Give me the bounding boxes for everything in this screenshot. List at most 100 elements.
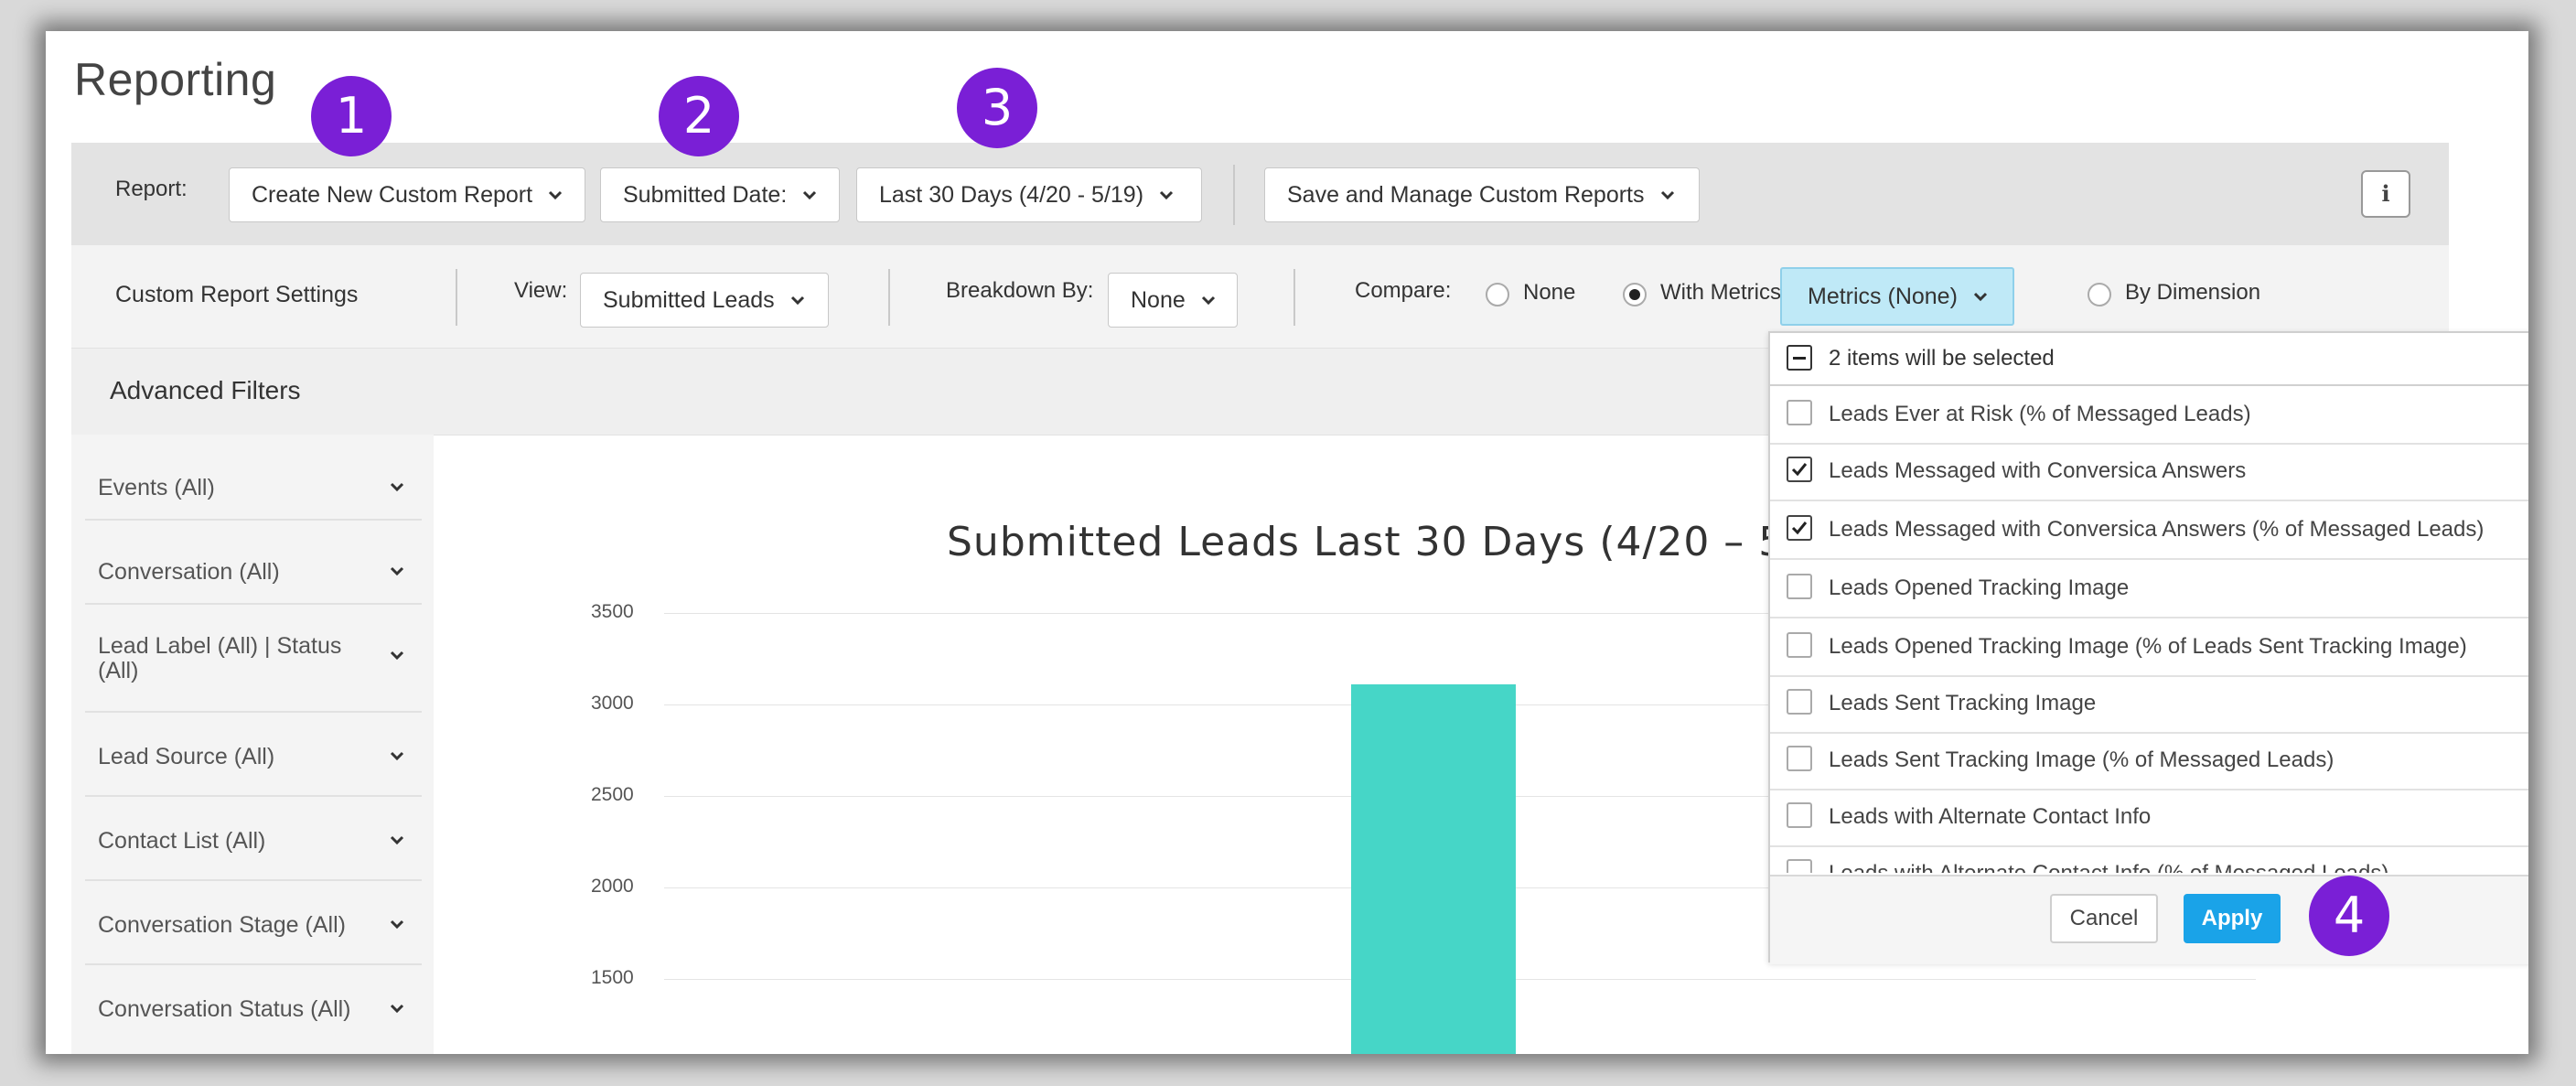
cancel-button[interactable]: Cancel <box>2050 894 2158 943</box>
callout-3: 3 <box>957 68 1037 148</box>
filter-sidebar: Events (All) Conversation (All) Lead Lab… <box>71 435 434 1054</box>
metric-checkbox[interactable] <box>1787 859 1812 873</box>
apply-button[interactable]: Apply <box>2184 894 2281 943</box>
compare-by-dimension-radio[interactable] <box>2088 283 2111 306</box>
metric-label: Leads Opened Tracking Image <box>1829 575 2130 600</box>
metric-label: Leads Sent Tracking Image <box>1829 691 2097 715</box>
filter-contact-list[interactable]: Contact List (All) <box>85 797 422 881</box>
metric-label: Leads Messaged with Conversica Answers (… <box>1829 517 2485 542</box>
y-tick-label: 2000 <box>591 876 634 897</box>
metric-label: Leads Ever at Risk (% of Messaged Leads) <box>1829 402 2251 426</box>
filter-label: Conversation (All) <box>98 559 280 585</box>
metric-option[interactable]: Leads Opened Tracking Image (% of Leads … <box>1770 618 2528 677</box>
chevron-down-icon <box>390 919 404 930</box>
compare-by-dimension-label: By Dimension <box>2125 280 2261 305</box>
view-select-text: Submitted Leads <box>603 286 775 313</box>
chevron-down-icon <box>803 190 817 200</box>
metric-label: Leads with Alternate Contact Info <box>1829 804 2152 829</box>
view-label: View: <box>514 278 568 303</box>
filter-label: Conversation Status (All) <box>98 996 351 1022</box>
checkmark-icon <box>1791 521 1808 535</box>
date-field-select-text: Submitted Date: <box>623 181 788 208</box>
metric-option[interactable]: Leads Opened Tracking Image <box>1770 560 2528 618</box>
metric-option[interactable]: Leads Messaged with Conversica Answers (… <box>1770 501 2528 560</box>
reporting-window: Reporting Report: Create New Custom Repo… <box>46 31 2528 1054</box>
callout-2: 2 <box>659 76 739 156</box>
metric-checkbox[interactable] <box>1787 515 1812 541</box>
metric-option[interactable]: Leads Sent Tracking Image (% of Messaged… <box>1770 732 2528 790</box>
metric-label: Leads with Alternate Contact Info (% of … <box>1829 861 2388 873</box>
metric-option[interactable]: Leads Messaged with Conversica Answers <box>1770 443 2528 501</box>
metrics-select[interactable]: Metrics (None) <box>1780 267 2014 326</box>
metric-checkbox[interactable] <box>1787 457 1812 482</box>
report-select[interactable]: Create New Custom Report <box>229 167 585 222</box>
info-button[interactable]: i <box>2361 170 2410 218</box>
chevron-down-icon <box>390 835 404 845</box>
compare-with-metrics-radio[interactable] <box>1623 283 1647 306</box>
metric-checkbox[interactable] <box>1787 802 1812 828</box>
metric-checkbox[interactable] <box>1787 632 1812 658</box>
metric-option[interactable]: Leads Ever at Risk (% of Messaged Leads) <box>1770 386 2528 445</box>
breakdown-select-text: None <box>1131 286 1186 313</box>
select-all-checkbox[interactable] <box>1787 345 1812 371</box>
chevron-down-icon <box>390 651 404 661</box>
compare-label: Compare: <box>1355 278 1452 303</box>
y-tick-label: 2500 <box>591 784 634 805</box>
breakdown-select[interactable]: None <box>1108 273 1238 328</box>
page-title: Reporting <box>74 54 277 105</box>
filter-conversation-stage[interactable]: Conversation Stage (All) <box>85 881 422 965</box>
filter-label: Events (All) <box>98 475 215 500</box>
toolbar-divider <box>1233 165 1235 225</box>
filter-lead-label-status[interactable]: Lead Label (All) | Status (All) <box>85 605 422 713</box>
chevron-down-icon <box>1660 190 1674 200</box>
metric-option[interactable]: Leads with Alternate Contact Info (% of … <box>1770 845 2528 873</box>
callout-1: 1 <box>311 76 392 156</box>
chart-title: Submitted Leads Last 30 Days (4/20 – 5 <box>947 519 1786 565</box>
settings-divider <box>888 269 890 326</box>
advanced-filters-title: Advanced Filters <box>110 376 301 404</box>
date-field-select[interactable]: Submitted Date: <box>600 167 840 222</box>
settings-divider <box>1293 269 1295 326</box>
chevron-down-icon <box>390 751 404 761</box>
info-icon: i <box>2381 180 2390 207</box>
filter-lead-source[interactable]: Lead Source (All) <box>85 713 422 797</box>
metric-checkbox[interactable] <box>1787 400 1812 425</box>
selection-count-text: 2 items will be selected <box>1829 346 2055 371</box>
settings-divider <box>456 269 457 326</box>
y-tick-label: 3500 <box>591 601 634 622</box>
compare-none-label: None <box>1523 280 1576 305</box>
compare-with-metrics-label: With Metrics <box>1660 280 1781 305</box>
dropdown-footer: Cancel Apply <box>1770 875 2528 964</box>
bar[interactable] <box>1351 684 1516 1054</box>
filter-conversation-status[interactable]: Conversation Status (All) <box>85 965 422 1048</box>
settings-title: Custom Report Settings <box>115 282 359 307</box>
metrics-dropdown: 2 items will be selected Leads Ever at R… <box>1768 331 2528 964</box>
compare-none-radio[interactable] <box>1486 283 1509 306</box>
filter-label: Contact List (All) <box>98 828 266 854</box>
metric-label: Leads Messaged with Conversica Answers <box>1829 458 2247 483</box>
chevron-down-icon <box>549 190 563 200</box>
metric-option[interactable]: Leads with Alternate Contact Info <box>1770 789 2528 847</box>
filter-conversation[interactable]: Conversation (All) <box>85 521 422 605</box>
report-select-text: Create New Custom Report <box>252 181 533 208</box>
date-range-select[interactable]: Last 30 Days (4/20 - 5/19) <box>856 167 1202 222</box>
metric-checkbox[interactable] <box>1787 689 1812 715</box>
filter-label: Lead Source (All) <box>98 744 275 769</box>
chevron-down-icon <box>390 482 404 492</box>
chevron-down-icon <box>390 1004 404 1014</box>
save-manage-reports-button[interactable]: Save and Manage Custom Reports <box>1264 167 1700 222</box>
report-toolbar: Report: Create New Custom Report Submitt… <box>71 143 2449 245</box>
filter-label: Conversation Stage (All) <box>98 912 346 938</box>
metric-checkbox[interactable] <box>1787 574 1812 599</box>
chevron-down-icon <box>390 566 404 576</box>
filter-events[interactable]: Events (All) <box>85 435 422 521</box>
date-range-select-text: Last 30 Days (4/20 - 5/19) <box>879 181 1144 208</box>
chevron-down-icon <box>1201 296 1215 306</box>
report-label: Report: <box>115 177 188 201</box>
metric-checkbox[interactable] <box>1787 746 1812 771</box>
metric-option[interactable]: Leads Sent Tracking Image <box>1770 675 2528 734</box>
save-manage-reports-text: Save and Manage Custom Reports <box>1287 181 1645 208</box>
checkmark-icon <box>1791 463 1808 477</box>
view-select[interactable]: Submitted Leads <box>580 273 829 328</box>
advanced-filters-bar: Advanced Filters <box>71 348 1937 435</box>
